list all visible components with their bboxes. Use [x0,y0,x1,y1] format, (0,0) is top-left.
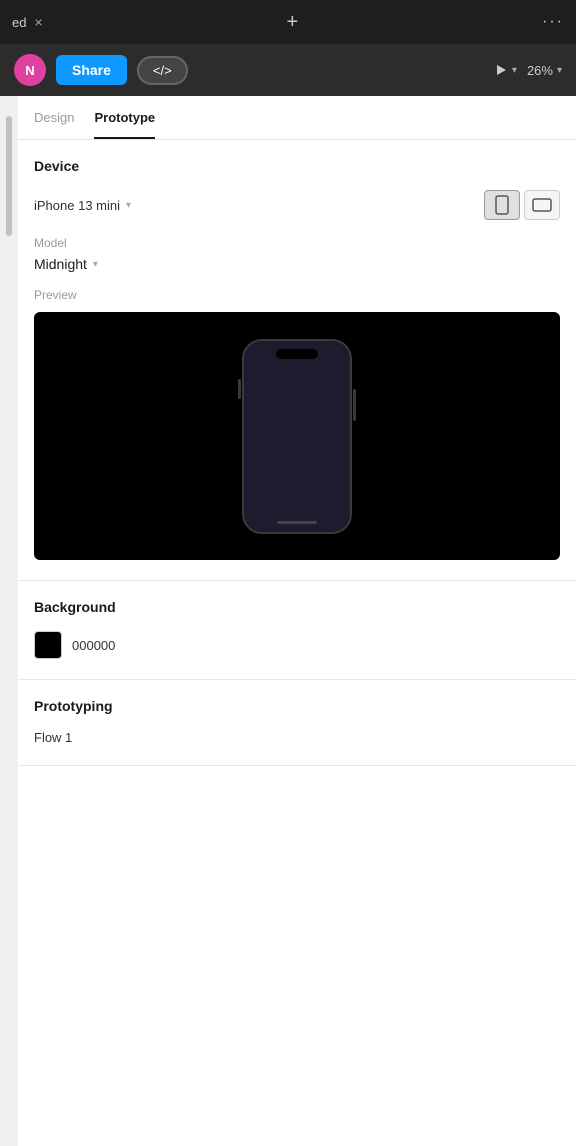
color-swatch[interactable] [34,631,62,659]
preview-label: Preview [34,288,560,302]
orientation-controls [484,190,560,220]
landscape-button[interactable] [524,190,560,220]
play-icon [494,63,508,77]
model-selector[interactable]: Midnight ▾ [34,256,560,272]
device-chevron-icon: ▾ [126,200,131,211]
iphone-side-button-right [353,389,356,421]
add-tab-icon[interactable]: + [282,11,302,34]
right-panel: Design Prototype Device iPhone 13 mini ▾ [18,96,576,1146]
iphone-home-indicator [277,521,317,524]
toolbar: N Share </> ▾ 26% ▾ [0,44,576,96]
tabs-bar: Design Prototype [18,96,576,140]
background-color-row: 000000 [34,631,560,659]
iphone-side-button-left [238,379,241,399]
zoom-control[interactable]: 26% ▾ [527,63,562,78]
device-section: Device iPhone 13 mini ▾ [18,140,576,581]
iphone-body [242,339,352,534]
top-bar-right: ··· [542,13,564,31]
play-chevron-icon: ▾ [512,65,517,76]
share-button[interactable]: Share [56,55,127,85]
main-layout: Design Prototype Device iPhone 13 mini ▾ [0,96,576,1146]
code-button[interactable]: </> [137,56,188,85]
zoom-value: 26% [527,63,553,78]
preview-box [34,312,560,560]
color-hex-value: 000000 [72,638,115,653]
top-bar-left: ed × [12,14,43,30]
iphone-screen [244,341,350,532]
top-bar: ed × + ··· [0,0,576,44]
model-value: Midnight [34,256,87,272]
background-section-title: Background [34,599,560,615]
tab-design[interactable]: Design [34,110,74,139]
model-chevron-icon: ▾ [93,259,98,270]
toolbar-left: N Share </> [14,54,188,86]
background-section: Background 000000 [18,581,576,680]
portrait-icon [495,195,509,215]
close-icon[interactable]: × [34,14,42,30]
scrollbar-area [0,96,18,1146]
device-selector[interactable]: iPhone 13 mini ▾ [34,198,131,213]
landscape-icon [532,198,552,212]
iphone-mockup [242,339,352,534]
more-options-icon[interactable]: ··· [542,13,564,31]
prototyping-section-title: Prototyping [34,698,560,714]
code-label: </> [153,63,172,78]
play-button[interactable]: ▾ [494,63,517,77]
prototyping-section: Prototyping Flow 1 [18,680,576,766]
device-section-title: Device [34,158,560,174]
model-label: Model [34,236,560,250]
zoom-chevron-icon: ▾ [557,65,562,76]
top-bar-title: ed [12,15,26,30]
device-name: iPhone 13 mini [34,198,120,213]
iphone-notch [276,349,318,359]
portrait-button[interactable] [484,190,520,220]
device-row: iPhone 13 mini ▾ [34,190,560,220]
avatar: N [14,54,46,86]
scrollbar-track[interactable] [6,116,12,236]
flow-label[interactable]: Flow 1 [34,730,560,745]
toolbar-right: ▾ 26% ▾ [494,63,562,78]
tab-prototype[interactable]: Prototype [94,110,155,139]
